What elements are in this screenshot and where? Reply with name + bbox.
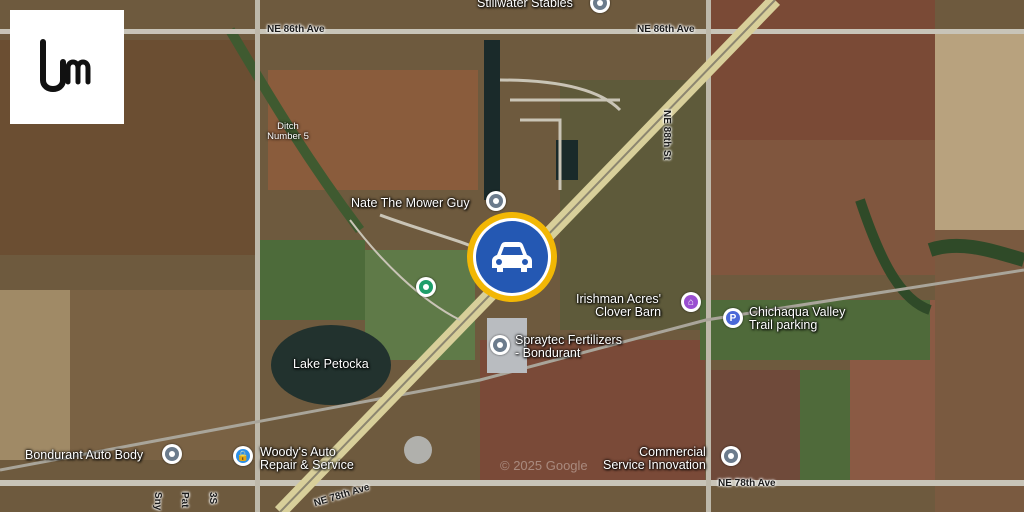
- place-label-spraytec: Spraytec Fertilizers - Bondurant: [515, 333, 622, 360]
- place-pin-irishman[interactable]: ⌂: [681, 292, 701, 312]
- road-label-ne-86th-east: NE 86th Ave: [637, 24, 695, 35]
- shopping-bag-icon: 🔒: [236, 449, 250, 463]
- road-label-pat: Pat: [179, 492, 190, 508]
- place-pin-bondurant-auto[interactable]: [162, 444, 182, 464]
- parking-icon: P: [726, 311, 740, 325]
- place-pin-woodys[interactable]: 🔒: [233, 446, 253, 466]
- road-label-ne-88th-st: NE 88th St: [661, 110, 672, 161]
- car-icon: [492, 242, 532, 272]
- place-label-woodys: Woody's Auto Repair & Service: [260, 445, 354, 472]
- road-label-ne-78th-east: NE 78th Ave: [718, 478, 776, 489]
- road-label-sny: Sny: [152, 492, 163, 511]
- place-label-bondurant-auto: Bondurant Auto Body: [25, 448, 144, 462]
- map-watermark: © 2025 Google: [500, 458, 588, 473]
- place-pin-spraytec[interactable]: [490, 335, 510, 355]
- place-pin-chichaqua[interactable]: P: [723, 308, 743, 328]
- road-label-3s: 3S: [207, 492, 218, 505]
- place-label-commercial: Commercial Service Innovation: [603, 445, 706, 472]
- place-label-irishman: Irishman Acres' Clover Barn: [576, 292, 662, 319]
- road-label-ne-86th-west: NE 86th Ave: [267, 24, 325, 35]
- place-pin-nate[interactable]: [486, 191, 506, 211]
- app-logo[interactable]: [10, 10, 124, 124]
- place-label-nate: Nate The Mower Guy: [351, 196, 470, 210]
- satellite-map[interactable]: NE 86th Ave NE 86th Ave NE 88th St NE 78…: [0, 0, 1024, 512]
- vehicle-location-marker[interactable]: [467, 212, 557, 302]
- place-label-lake: Lake Petocka: [293, 357, 369, 371]
- place-label-ditch: Ditch Number 5: [267, 121, 309, 142]
- place-pin-commercial[interactable]: [721, 446, 741, 466]
- place-label-chichaqua: Chichaqua Valley Trail parking: [749, 305, 846, 332]
- place-pin-park[interactable]: [416, 277, 436, 297]
- barn-icon: ⌂: [684, 295, 698, 309]
- place-label-stillwater: Stillwater Stables: [477, 0, 573, 10]
- um-logo-icon: [40, 39, 91, 92]
